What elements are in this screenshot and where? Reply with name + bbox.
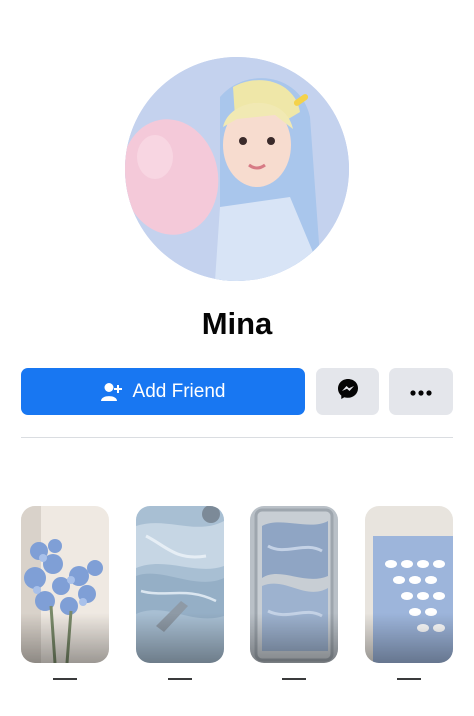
story-card-3[interactable]: [250, 506, 338, 663]
story-shade: [136, 613, 224, 663]
story-card-4[interactable]: [365, 506, 453, 663]
section-divider: [21, 437, 453, 438]
story-shade: [365, 613, 453, 663]
profile-name: Mina: [201, 306, 273, 341]
story-indicator: [282, 678, 306, 680]
profile-avatar[interactable]: [125, 57, 349, 281]
story-shade: [250, 613, 338, 663]
story-card-1[interactable]: [21, 506, 109, 663]
story-indicator: [53, 678, 77, 680]
add-friend-button[interactable]: Add Friend: [21, 368, 305, 415]
story-indicator: [168, 678, 192, 680]
more-dots-icon: [410, 383, 432, 401]
message-button[interactable]: [316, 368, 379, 415]
user-plus-icon: [100, 382, 123, 402]
add-friend-label: Add Friend: [132, 380, 226, 402]
story-shade: [21, 613, 109, 663]
more-options-button[interactable]: [389, 368, 453, 415]
story-card-2[interactable]: [136, 506, 224, 663]
messenger-icon: [336, 377, 360, 406]
story-indicator: [397, 678, 421, 680]
profile-photo: [125, 57, 349, 281]
